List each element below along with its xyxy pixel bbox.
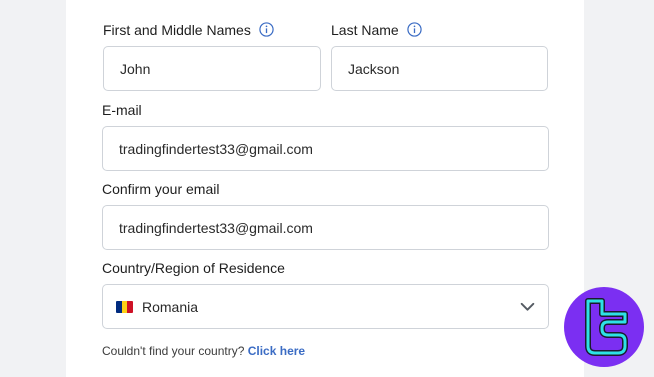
- first-name-label: First and Middle Names: [103, 22, 251, 38]
- country-select[interactable]: Romania: [102, 284, 549, 329]
- info-icon[interactable]: [406, 22, 422, 37]
- click-here-link[interactable]: Click here: [248, 344, 305, 358]
- confirm-email-input[interactable]: tradingfindertest33@gmail.com: [102, 205, 549, 250]
- confirm-email-label: Confirm your email: [102, 181, 220, 197]
- first-name-input[interactable]: John: [103, 46, 321, 91]
- email-input[interactable]: tradingfindertest33@gmail.com: [102, 126, 549, 171]
- country-value: Romania: [142, 298, 199, 315]
- first-name-value: John: [120, 60, 151, 77]
- confirm-email-value: tradingfindertest33@gmail.com: [119, 219, 313, 236]
- country-help-text: Couldn't find your country?: [102, 344, 245, 358]
- last-name-value: Jackson: [348, 60, 400, 77]
- last-name-label: Last Name: [331, 22, 399, 38]
- country-label: Country/Region of Residence: [102, 260, 285, 276]
- country-help: Couldn't find your country? Click here: [102, 344, 305, 358]
- chevron-down-icon[interactable]: [519, 298, 536, 315]
- info-icon[interactable]: [259, 22, 274, 37]
- romania-flag-icon: [116, 300, 133, 313]
- email-value: tradingfindertest33@gmail.com: [119, 140, 313, 157]
- last-name-input[interactable]: Jackson: [331, 46, 548, 91]
- last-name-label-row: Last Name: [331, 22, 422, 39]
- tradingfinder-logo-icon: [564, 287, 644, 367]
- email-label: E-mail: [102, 102, 142, 118]
- first-name-label-row: First and Middle Names: [103, 22, 274, 39]
